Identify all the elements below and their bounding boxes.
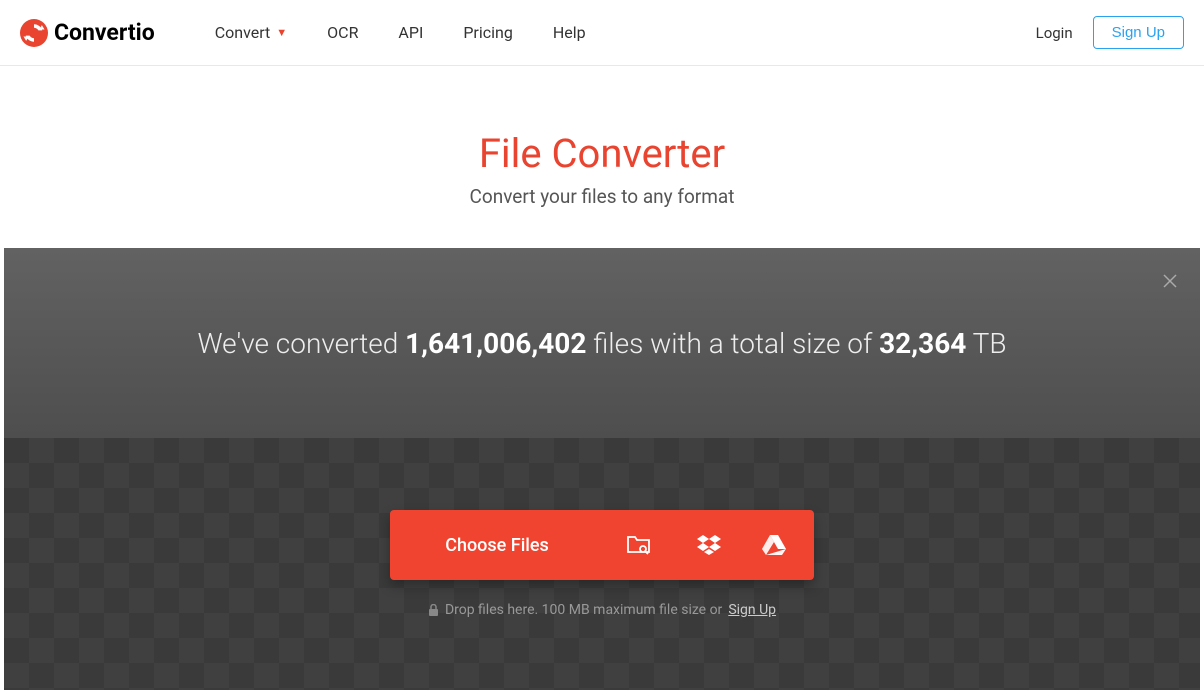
dropbox-button[interactable]: [674, 510, 744, 580]
stats-size: 32,364: [879, 327, 966, 360]
browse-folder-button[interactable]: [604, 510, 674, 580]
stats-text: We've converted 1,641,006,402 files with…: [197, 327, 1006, 360]
stats-mid: files with a total size of: [586, 327, 879, 360]
nav-convert-label: Convert: [215, 23, 271, 42]
nav-help[interactable]: Help: [553, 23, 586, 42]
folder-search-icon: [626, 534, 652, 556]
choose-files-button[interactable]: Choose Files: [390, 510, 604, 580]
dropbox-icon: [696, 534, 722, 556]
login-link[interactable]: Login: [1036, 24, 1073, 42]
logo-icon: [20, 19, 48, 47]
nav-pricing[interactable]: Pricing: [463, 23, 513, 42]
nav-convert[interactable]: Convert ▼: [215, 23, 287, 42]
lock-icon: [428, 604, 439, 617]
nav: Convert ▼ OCR API Pricing Help: [215, 23, 1036, 42]
stats-pre: We've converted: [197, 327, 405, 360]
page-title: File Converter: [0, 130, 1204, 177]
page-subtitle: Convert your files to any format: [0, 185, 1204, 208]
drop-hint-text: Drop files here. 100 MB maximum file siz…: [445, 602, 722, 618]
close-icon[interactable]: [1162, 270, 1178, 294]
nav-ocr[interactable]: OCR: [327, 23, 358, 42]
choose-bar: Choose Files: [390, 510, 814, 580]
auth-area: Login Sign Up: [1036, 16, 1184, 49]
choose-files-label: Choose Files: [445, 535, 549, 556]
signup-button[interactable]: Sign Up: [1093, 16, 1184, 49]
drop-hint: Drop files here. 100 MB maximum file siz…: [428, 602, 776, 618]
drop-hint-signup-link[interactable]: Sign Up: [728, 602, 776, 618]
logo[interactable]: Convertio: [20, 19, 155, 47]
google-drive-icon: [762, 535, 786, 555]
chevron-down-icon: ▼: [276, 26, 287, 39]
google-drive-button[interactable]: [744, 510, 814, 580]
stats-banner: We've converted 1,641,006,402 files with…: [4, 248, 1200, 438]
nav-api[interactable]: API: [398, 23, 423, 42]
stats-files-count: 1,641,006,402: [405, 327, 586, 360]
header: Convertio Convert ▼ OCR API Pricing Help…: [0, 0, 1204, 66]
drop-area[interactable]: Choose Files: [4, 438, 1200, 690]
hero: File Converter Convert your files to any…: [0, 66, 1204, 248]
logo-text: Convertio: [54, 19, 155, 46]
stats-unit: TB: [966, 327, 1006, 360]
